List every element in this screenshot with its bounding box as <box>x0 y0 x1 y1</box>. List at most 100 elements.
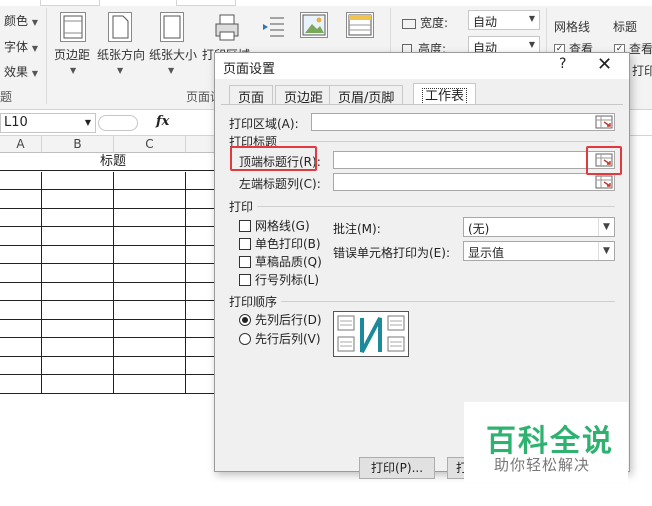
sheet-cell[interactable] <box>42 301 114 320</box>
close-button[interactable]: ✕ <box>597 54 612 75</box>
theme-colors-button[interactable]: 颜色 ▼ <box>4 12 38 29</box>
errors-label: 错误单元格打印为(E): <box>333 246 450 260</box>
width-select[interactable]: 自动 ▼ <box>468 10 540 30</box>
range-select-icon[interactable] <box>595 175 613 189</box>
sheet-cell[interactable] <box>114 356 186 375</box>
sheet-cell[interactable] <box>42 190 114 209</box>
column-header-c[interactable]: C <box>114 136 186 153</box>
sheet-cell[interactable] <box>0 319 42 338</box>
sheet-cell[interactable] <box>0 227 42 246</box>
print-titles-icon <box>346 12 374 38</box>
comments-select[interactable]: (无) ▼ <box>463 217 615 237</box>
left-columns-input[interactable] <box>333 173 615 191</box>
chevron-down-icon: ▼ <box>117 66 124 75</box>
sheet-cell[interactable] <box>114 375 186 394</box>
sheet-cell[interactable] <box>114 171 186 190</box>
left-columns-label: 左端标题列(C): <box>239 177 321 191</box>
down-then-over-radio[interactable]: 先列后行(D) <box>239 311 322 328</box>
tab-page[interactable]: 页面 <box>229 85 274 106</box>
print-area-label: 打印区域(A): <box>229 117 299 131</box>
print-section-label: 打印 <box>229 200 254 214</box>
tab-header-footer[interactable]: 页眉/页脚 <box>329 85 404 106</box>
sheet-cell[interactable] <box>0 375 42 394</box>
margins-button[interactable]: 页边距 <box>54 46 90 63</box>
sheet-cell[interactable] <box>0 356 42 375</box>
sheet-cell[interactable] <box>42 375 114 394</box>
chevron-down-icon: ▼ <box>598 242 614 260</box>
sheet-cell[interactable] <box>42 356 114 375</box>
sheet-cell[interactable] <box>0 190 42 209</box>
size-button[interactable]: 纸张大小 <box>149 46 197 63</box>
print-button[interactable]: 打印(P)... <box>359 457 435 479</box>
sheet-cell[interactable] <box>114 264 186 283</box>
errors-select[interactable]: 显示值 ▼ <box>463 241 615 261</box>
help-button[interactable]: ? <box>559 56 566 72</box>
chevron-down-icon: ▼ <box>70 66 77 75</box>
sheet-cell[interactable] <box>0 338 42 357</box>
sheet-cell[interactable] <box>114 338 186 357</box>
tab-margins[interactable]: 页边距 <box>275 85 333 106</box>
sheet-cell[interactable] <box>42 171 114 190</box>
ribbon-separator <box>46 8 47 104</box>
draft-quality-checkbox[interactable]: 草稿品质(Q) <box>239 253 322 270</box>
gridlines-checkbox[interactable]: 网格线(G) <box>239 217 310 234</box>
range-select-icon[interactable] <box>595 115 613 129</box>
highlight-range-select <box>586 146 622 175</box>
dialog-titlebar: 页面设置 ? ✕ <box>215 53 629 79</box>
sheet-cell[interactable] <box>42 208 114 227</box>
dialog-title: 页面设置 <box>223 62 276 77</box>
print-area-input[interactable] <box>311 113 615 131</box>
sheet-cell[interactable] <box>0 264 42 283</box>
sheet-cell[interactable] <box>42 319 114 338</box>
over-then-down-radio[interactable]: 先行后列(V) <box>239 330 321 347</box>
sheet-cell[interactable] <box>0 245 42 264</box>
sheet-cell[interactable] <box>0 282 42 301</box>
print-area-icon <box>214 12 240 42</box>
comments-label: 批注(M): <box>333 222 381 236</box>
size-icon <box>160 12 184 42</box>
theme-effects-button[interactable]: 效果 ▼ <box>4 63 38 80</box>
sheet-cell[interactable] <box>42 338 114 357</box>
sheet-cell[interactable] <box>114 245 186 264</box>
watermark: 百科全说 助你轻松解决 <box>464 402 628 482</box>
page-order-label: 打印顺序 <box>229 295 278 309</box>
margins-icon <box>60 12 86 42</box>
row-col-headings-checkbox[interactable]: 行号列标(L) <box>239 271 319 288</box>
sheet-cell[interactable] <box>42 282 114 301</box>
sheet-cell[interactable] <box>42 227 114 246</box>
sheet-cell[interactable] <box>114 282 186 301</box>
gridlines-group-label: 网格线 <box>554 20 591 34</box>
tab-edge <box>40 0 100 6</box>
column-header-a[interactable]: A <box>0 136 42 153</box>
tab-edge <box>176 0 236 6</box>
section-divider <box>281 301 615 302</box>
orientation-button[interactable]: 纸张方向 <box>97 46 145 63</box>
black-white-checkbox[interactable]: 单色打印(B) <box>239 235 321 252</box>
sheet-cell[interactable] <box>0 171 42 190</box>
headings-group-label: 标题 <box>613 20 638 34</box>
sheet-cell[interactable] <box>42 264 114 283</box>
watermark-slogan: 助你轻松解决 <box>494 456 591 474</box>
sheet-cell[interactable] <box>114 227 186 246</box>
sheet-cell[interactable] <box>114 301 186 320</box>
headings-print-checkbox[interactable]: 打印 <box>632 62 652 79</box>
tab-sheet[interactable]: 工作表 <box>413 83 477 105</box>
theme-fonts-button[interactable]: 字体 ▼ <box>4 38 38 55</box>
background-icon <box>300 12 328 38</box>
sheet-cell[interactable] <box>114 319 186 338</box>
insert-function-button[interactable]: fx <box>156 114 169 129</box>
sheet-cell[interactable] <box>114 208 186 227</box>
column-header-b[interactable]: B <box>42 136 114 153</box>
chevron-down-icon: ▼ <box>598 218 614 236</box>
formula-bar-control[interactable] <box>98 115 138 131</box>
sheet-cell[interactable] <box>114 190 186 209</box>
top-rows-input[interactable] <box>333 151 615 169</box>
sheet-cell[interactable] <box>0 208 42 227</box>
sheet-cell[interactable] <box>0 301 42 320</box>
section-divider <box>257 206 615 207</box>
themes-group-label: 题 <box>0 90 13 104</box>
sheet-cell[interactable] <box>42 245 114 264</box>
name-box[interactable]: L10 ▼ <box>0 113 96 133</box>
width-label: 宽度: <box>402 14 448 31</box>
ribbon-top-strip <box>0 0 652 6</box>
